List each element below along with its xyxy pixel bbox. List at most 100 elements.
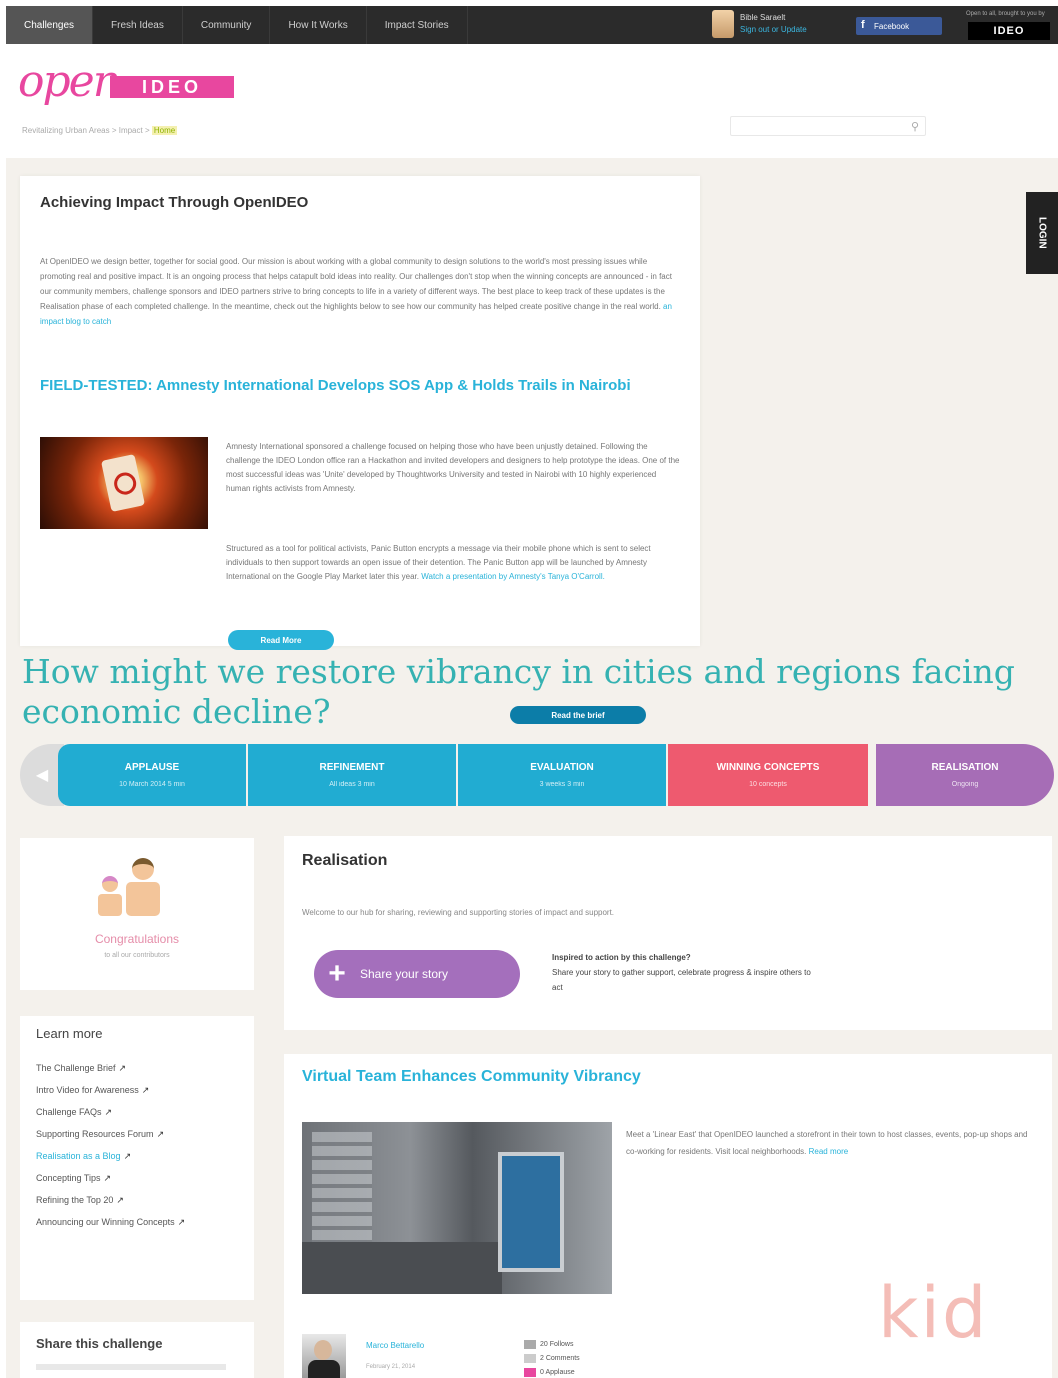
story-text: Meet a 'Linear East' that OpenIDEO launc… bbox=[626, 1126, 1036, 1160]
field-tested-image[interactable] bbox=[40, 437, 208, 529]
learn-more-list: The Challenge Brief ↗ Intro Video for Awar… bbox=[36, 1062, 236, 1238]
impact-intro-text: At OpenIDEO we design better, together f… bbox=[40, 257, 672, 311]
field-tested-title[interactable]: FIELD-TESTED: Amnesty International Deve… bbox=[40, 376, 680, 395]
breadcrumb-path[interactable]: Revitalizing Urban Areas > Impact > bbox=[22, 126, 152, 135]
external-link-icon: ↗ bbox=[104, 1107, 113, 1117]
phase-realisation[interactable]: REALISATION Ongoing bbox=[876, 744, 1054, 806]
share-buttons-placeholder[interactable] bbox=[36, 1364, 226, 1370]
breadcrumb: Revitalizing Urban Areas > Impact > Home bbox=[22, 126, 178, 135]
user-menu[interactable]: Bible Saraelt Sign out or Update bbox=[712, 10, 807, 38]
phase-label: REFINEMENT bbox=[319, 762, 385, 773]
read-brief-button[interactable]: Read the brief bbox=[510, 706, 646, 724]
external-link-icon: ↗ bbox=[118, 1063, 127, 1073]
inspired-body: Share your story to gather support, cele… bbox=[552, 968, 811, 992]
comments-stat: 2 Comments bbox=[524, 1352, 580, 1366]
phase-refinement[interactable]: REFINEMENT All ideas 3 min bbox=[248, 744, 456, 806]
inspired-text: Inspired to action by this challenge? Sh… bbox=[552, 950, 812, 995]
learn-more-link[interactable]: The Challenge Brief ↗ bbox=[36, 1062, 236, 1074]
field-tested-paragraph-1: Amnesty International sponsored a challe… bbox=[226, 442, 680, 493]
author-date: February 21, 2014 bbox=[366, 1364, 416, 1370]
nav-challenges[interactable]: Challenges bbox=[6, 6, 94, 44]
story-photo[interactable] bbox=[302, 1122, 612, 1294]
phase-sub: 3 weeks 3 min bbox=[539, 781, 585, 788]
learn-more-link[interactable]: Announcing our Winning Concepts ↗ bbox=[36, 1216, 236, 1228]
search-icon[interactable]: ⚲ bbox=[911, 120, 919, 133]
logo-ideo-text: IDEO bbox=[110, 76, 234, 98]
nav-community[interactable]: Community bbox=[183, 6, 271, 44]
realisation-text: Welcome to our hub for sharing, reviewin… bbox=[302, 908, 615, 917]
user-name: Bible Saraelt bbox=[740, 13, 786, 22]
plus-icon: + bbox=[328, 957, 346, 990]
learn-more-link[interactable]: Intro Video for Awareness ↗ bbox=[36, 1084, 236, 1096]
phase-label: REALISATION bbox=[931, 762, 999, 773]
impact-title: Achieving Impact Through OpenIDEO bbox=[40, 194, 309, 211]
learn-more-link[interactable]: Realisation as a Blog ↗ bbox=[36, 1150, 236, 1162]
learn-more-link[interactable]: Challenge FAQs ↗ bbox=[36, 1106, 236, 1118]
inspired-question: Inspired to action by this challenge? bbox=[552, 953, 691, 962]
follow-icon bbox=[524, 1339, 536, 1349]
ideo-tagline: Open to all, brought to you by bbox=[966, 11, 1045, 17]
learn-more-link-label: Supporting Resources Forum bbox=[36, 1129, 154, 1139]
follows-stat: 20 Follows bbox=[524, 1338, 580, 1352]
phase-sub: All ideas 3 min bbox=[329, 781, 375, 788]
facebook-icon: f bbox=[861, 19, 865, 31]
user-info: Bible Saraelt Sign out or Update bbox=[740, 12, 807, 36]
user-links[interactable]: Sign out or Update bbox=[740, 24, 807, 36]
story-read-more-link[interactable]: Read more bbox=[809, 1147, 849, 1156]
top-navigation-bar: Challenges Fresh Ideas Community How It … bbox=[6, 6, 1058, 44]
realisation-card bbox=[284, 836, 1052, 1030]
congratulations-title: Congratulations bbox=[94, 932, 180, 946]
phase-sub: 10 March 2014 5 min bbox=[119, 781, 185, 788]
external-link-icon: ↗ bbox=[116, 1195, 124, 1205]
phase-evaluation[interactable]: EVALUATION 3 weeks 3 min bbox=[458, 744, 666, 806]
learn-more-link-label: Refining the Top 20 bbox=[36, 1195, 114, 1205]
logo-open-text: open bbox=[18, 56, 121, 107]
applause-icon bbox=[524, 1367, 536, 1377]
user-avatar[interactable] bbox=[712, 10, 734, 38]
challenge-phase-bar: ◀ APPLAUSE 10 March 2014 5 min REFINEMEN… bbox=[20, 744, 1054, 806]
phase-applause[interactable]: APPLAUSE 10 March 2014 5 min bbox=[58, 744, 246, 806]
external-link-icon: ↗ bbox=[156, 1129, 165, 1139]
login-tab[interactable]: LOGIN bbox=[1026, 192, 1058, 274]
watermark: kid bbox=[878, 1272, 989, 1354]
phone-image bbox=[100, 454, 146, 512]
comment-icon bbox=[524, 1353, 536, 1363]
external-link-icon: ↗ bbox=[177, 1217, 186, 1227]
learn-more-link-label: Realisation as a Blog bbox=[36, 1151, 121, 1161]
read-more-button[interactable]: Read More bbox=[228, 630, 334, 650]
impact-intro: At OpenIDEO we design better, together f… bbox=[40, 254, 682, 329]
learn-more-link-label: Challenge FAQs bbox=[36, 1107, 102, 1117]
field-tested-paragraph-2: Structured as a tool for political activ… bbox=[226, 542, 682, 584]
celebration-illustration bbox=[92, 858, 172, 924]
realisation-title: Realisation bbox=[302, 852, 388, 869]
phase-sub: 10 concepts bbox=[749, 781, 787, 788]
learn-more-link[interactable]: Refining the Top 20 ↗ bbox=[36, 1194, 236, 1206]
share-title: Share this challenge bbox=[36, 1336, 163, 1351]
learn-more-link-label: The Challenge Brief bbox=[36, 1063, 116, 1073]
facebook-label: Facebook bbox=[874, 21, 910, 31]
share-story-button[interactable]: + Share your story bbox=[314, 950, 520, 998]
external-link-icon: ↗ bbox=[141, 1085, 150, 1095]
author-avatar[interactable] bbox=[302, 1334, 346, 1378]
phase-winning-concepts[interactable]: WINNING CONCEPTS 10 concepts bbox=[668, 744, 868, 806]
story-title[interactable]: Virtual Team Enhances Community Vibrancy bbox=[302, 1068, 641, 1086]
field-p2-link[interactable]: Watch a presentation by Amnesty's Tanya … bbox=[421, 572, 605, 581]
nav-how-it-works[interactable]: How It Works bbox=[270, 6, 367, 44]
learn-more-link[interactable]: Concepting Tips ↗ bbox=[36, 1172, 236, 1184]
openideo-logo[interactable]: open IDEO bbox=[18, 56, 234, 107]
learn-more-link-label: Intro Video for Awareness bbox=[36, 1085, 139, 1095]
facebook-connect-button[interactable]: f Facebook bbox=[856, 17, 942, 35]
phase-sub: Ongoing bbox=[951, 781, 979, 788]
learn-more-title: Learn more bbox=[36, 1026, 103, 1041]
person-icon bbox=[126, 858, 160, 918]
breadcrumb-current: Home bbox=[151, 126, 178, 135]
phase-label: APPLAUSE bbox=[124, 762, 180, 773]
learn-more-link[interactable]: Supporting Resources Forum ↗ bbox=[36, 1128, 236, 1140]
author-name[interactable]: Marco Bettarello bbox=[366, 1340, 436, 1351]
search-input[interactable]: ⚲ bbox=[730, 116, 926, 136]
nav-impact-stories[interactable]: Impact Stories bbox=[367, 6, 468, 44]
ideo-logo[interactable]: IDEO bbox=[968, 22, 1050, 40]
phase-label: WINNING CONCEPTS bbox=[716, 762, 820, 773]
applause-stat: 0 Applause bbox=[524, 1366, 580, 1378]
nav-fresh-ideas[interactable]: Fresh Ideas bbox=[93, 6, 183, 44]
